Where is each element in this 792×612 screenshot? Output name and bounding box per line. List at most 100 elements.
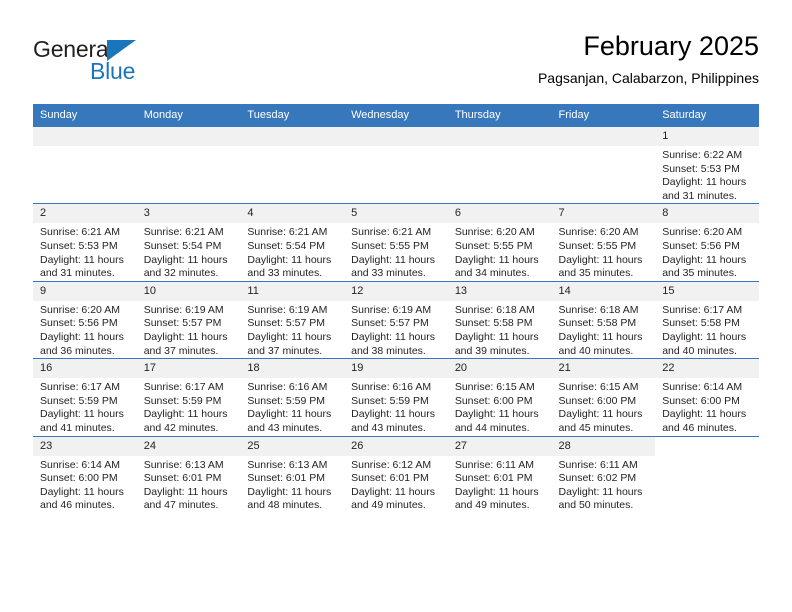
calendar-day-cell[interactable]: 16 Sunrise: 6:17 AM Sunset: 5:59 PM Dayligh… xyxy=(33,358,137,436)
calendar-day-cell[interactable]: 7 Sunrise: 6:20 AM Sunset: 5:55 PM Daylight… xyxy=(551,203,656,282)
calendar-body: 1 Sunrise: 6:22 AM Sunset: 5:53 PM Daylight… xyxy=(33,125,759,513)
sunrise-text: Sunrise: 6:14 AM xyxy=(40,458,120,471)
calendar-day-cell[interactable]: 23 Sunrise: 6:14 AM Sunset: 6:00 PM Dayligh… xyxy=(33,435,137,513)
day-sun-info: Sunrise: 6:13 AM Sunset: 6:01 PM Daylight:… xyxy=(137,456,241,513)
daylight-text: Daylight: 11 hours xyxy=(247,408,332,421)
sunrise-text: Sunrise: 6:18 AM xyxy=(558,303,639,316)
sunset-text: Sunset: 5:54 PM xyxy=(143,239,222,252)
sunset-text: Sunset: 5:57 PM xyxy=(247,317,326,330)
daylight-text: Daylight: 11 hours xyxy=(351,408,435,421)
calendar-day-cell[interactable]: 27 Sunrise: 6:11 AM Sunset: 6:01 PM Dayligh… xyxy=(447,435,552,513)
calendar-day-cell-empty xyxy=(33,125,137,204)
calendar-day-cell[interactable]: 19 Sunrise: 6:16 AM Sunset: 5:59 PM Dayligh… xyxy=(344,358,448,436)
calendar-day-cell[interactable]: 12 Sunrise: 6:19 AM Sunset: 5:57 PM Dayligh… xyxy=(344,280,448,359)
calendar-day-cell[interactable]: 8 Sunrise: 6:20 AM Sunset: 5:56 PM Daylight… xyxy=(655,203,759,282)
sunset-text: Sunset: 5:59 PM xyxy=(351,394,429,407)
calendar-day-cell[interactable]: 10 Sunrise: 6:19 AM Sunset: 5:57 PM Dayligh… xyxy=(136,280,241,359)
calendar-day-cell[interactable]: 11 Sunrise: 6:19 AM Sunset: 5:57 PM Dayligh… xyxy=(240,280,345,359)
sunrise-text: Sunrise: 6:20 AM xyxy=(40,303,120,316)
calendar-day-cell[interactable]: 14 Sunrise: 6:18 AM Sunset: 5:58 PM Dayligh… xyxy=(551,280,656,359)
day-sun-info: Sunrise: 6:15 AM Sunset: 6:00 PM Daylight:… xyxy=(552,378,656,435)
calendar-day-cell[interactable]: 25 Sunrise: 6:13 AM Sunset: 6:01 PM Dayligh… xyxy=(240,435,345,513)
calendar-day-cell[interactable]: 20 Sunrise: 6:15 AM Sunset: 6:00 PM Dayligh… xyxy=(447,358,552,436)
daylight-text: Daylight: 11 hours xyxy=(558,408,643,421)
calendar-day-cell-empty xyxy=(447,125,552,204)
calendar-day-cell[interactable]: 17 Sunrise: 6:17 AM Sunset: 5:59 PM Dayligh… xyxy=(136,358,241,436)
calendar-page: General Blue February 2025 Pagsanjan, Ca… xyxy=(0,0,792,612)
daylight-text: Daylight: 11 hours xyxy=(40,408,124,421)
calendar-day-cell[interactable]: 13 Sunrise: 6:18 AM Sunset: 5:58 PM Dayligh… xyxy=(447,280,552,359)
weekday-header-tuesday: Tuesday xyxy=(240,104,345,127)
sunset-text: Sunset: 5:53 PM xyxy=(40,239,118,252)
day-sun-info: Sunrise: 6:12 AM Sunset: 6:01 PM Daylight:… xyxy=(344,456,448,513)
day-sun-info: Sunrise: 6:19 AM Sunset: 5:57 PM Daylight:… xyxy=(137,301,241,358)
day-sun-info: Sunrise: 6:21 AM Sunset: 5:53 PM Daylight:… xyxy=(33,223,137,280)
day-sun-info: Sunrise: 6:17 AM Sunset: 5:59 PM Daylight:… xyxy=(137,378,241,435)
calendar-day-cell-empty xyxy=(551,125,656,204)
calendar-day-cell[interactable]: 4 Sunrise: 6:21 AM Sunset: 5:54 PM Daylight… xyxy=(240,203,345,282)
day-number xyxy=(136,127,241,146)
daylight-text: and 31 minutes. xyxy=(662,189,737,202)
day-number: 11 xyxy=(240,281,345,301)
day-number: 22 xyxy=(655,359,759,379)
sunrise-text: Sunrise: 6:21 AM xyxy=(247,226,328,239)
sunrise-text: Sunrise: 6:19 AM xyxy=(351,303,432,316)
sunrise-text: Sunrise: 6:22 AM xyxy=(662,149,743,161)
sunrise-text: Sunrise: 6:13 AM xyxy=(247,458,328,471)
daylight-text: and 36 minutes. xyxy=(40,344,115,357)
sunrise-text: Sunrise: 6:20 AM xyxy=(454,226,535,239)
calendar-day-cell[interactable]: 18 Sunrise: 6:16 AM Sunset: 5:59 PM Dayligh… xyxy=(240,358,345,436)
daylight-text: and 46 minutes. xyxy=(662,421,737,434)
day-sun-info: Sunrise: 6:21 AM Sunset: 5:55 PM Daylight:… xyxy=(344,223,448,280)
weekday-header-friday: Friday xyxy=(551,104,656,127)
day-sun-info: Sunrise: 6:18 AM Sunset: 5:58 PM Daylight:… xyxy=(448,301,552,358)
sunrise-text: Sunrise: 6:15 AM xyxy=(454,381,535,394)
day-number: 21 xyxy=(551,359,656,379)
day-number: 10 xyxy=(136,281,241,301)
day-sun-info: Sunrise: 6:16 AM Sunset: 5:59 PM Daylight:… xyxy=(240,378,344,435)
sunset-text: Sunset: 5:57 PM xyxy=(143,317,222,330)
calendar-day-cell-empty xyxy=(344,125,448,204)
daylight-text: Daylight: 11 hours xyxy=(454,408,539,421)
daylight-text: Daylight: 11 hours xyxy=(247,253,332,266)
calendar-day-cell[interactable]: 5 Sunrise: 6:21 AM Sunset: 5:55 PM Daylight… xyxy=(344,203,448,282)
sunset-text: Sunset: 5:58 PM xyxy=(662,317,740,330)
calendar-day-cell[interactable]: 26 Sunrise: 6:12 AM Sunset: 6:01 PM Dayligh… xyxy=(344,435,448,513)
calendar-day-cell[interactable]: 2 Sunrise: 6:21 AM Sunset: 5:53 PM Daylight… xyxy=(33,203,137,282)
daylight-text: Daylight: 11 hours xyxy=(351,253,435,266)
calendar-week-row: 9 Sunrise: 6:20 AM Sunset: 5:56 PM Daylight… xyxy=(33,280,759,359)
calendar-day-cell[interactable]: 28 Sunrise: 6:11 AM Sunset: 6:02 PM Dayligh… xyxy=(551,435,656,513)
daylight-text: and 37 minutes. xyxy=(247,344,323,357)
calendar-week-row: 1 Sunrise: 6:22 AM Sunset: 5:53 PM Daylight… xyxy=(33,125,759,204)
daylight-text: and 43 minutes. xyxy=(351,421,426,434)
day-number: 12 xyxy=(344,281,448,301)
daylight-text: and 32 minutes. xyxy=(143,267,219,280)
calendar-day-cell[interactable]: 9 Sunrise: 6:20 AM Sunset: 5:56 PM Daylight… xyxy=(33,280,137,359)
general-blue-logo[interactable]: General Blue xyxy=(33,36,233,92)
day-number xyxy=(240,127,345,146)
day-number: 26 xyxy=(344,436,448,456)
daylight-text: Daylight: 11 hours xyxy=(247,330,332,343)
day-sun-info: Sunrise: 6:16 AM Sunset: 5:59 PM Daylight:… xyxy=(344,378,448,435)
daylight-text: Daylight: 11 hours xyxy=(662,408,747,421)
calendar-day-cell[interactable]: 1 Sunrise: 6:22 AM Sunset: 5:53 PM Daylight… xyxy=(655,125,759,204)
sunset-text: Sunset: 5:55 PM xyxy=(558,239,637,252)
calendar-day-cell[interactable]: 15 Sunrise: 6:17 AM Sunset: 5:58 PM Dayligh… xyxy=(655,280,759,359)
sunset-text: Sunset: 5:58 PM xyxy=(558,317,637,330)
daylight-text: and 45 minutes. xyxy=(558,421,634,434)
daylight-text: Daylight: 11 hours xyxy=(40,330,124,343)
day-sun-info: Sunrise: 6:18 AM Sunset: 5:58 PM Daylight:… xyxy=(552,301,656,358)
calendar-day-cell[interactable]: 22 Sunrise: 6:14 AM Sunset: 6:00 PM Dayligh… xyxy=(655,358,759,436)
calendar-day-cell[interactable]: 21 Sunrise: 6:15 AM Sunset: 6:00 PM Dayligh… xyxy=(551,358,656,436)
daylight-text: and 40 minutes. xyxy=(662,344,737,357)
calendar-day-cell[interactable]: 6 Sunrise: 6:20 AM Sunset: 5:55 PM Daylight… xyxy=(447,203,552,282)
daylight-text: and 40 minutes. xyxy=(558,344,634,357)
calendar-day-cell[interactable]: 24 Sunrise: 6:13 AM Sunset: 6:01 PM Dayligh… xyxy=(136,435,241,513)
calendar-day-cell[interactable]: 3 Sunrise: 6:21 AM Sunset: 5:54 PM Daylight… xyxy=(136,203,241,282)
daylight-text: Daylight: 11 hours xyxy=(662,330,747,343)
day-sun-info: Sunrise: 6:20 AM Sunset: 5:56 PM Daylight:… xyxy=(655,223,759,280)
daylight-text: Daylight: 11 hours xyxy=(558,485,643,498)
day-number: 7 xyxy=(551,204,656,224)
daylight-text: and 34 minutes. xyxy=(454,267,530,280)
day-sun-info: Sunrise: 6:14 AM Sunset: 6:00 PM Daylight:… xyxy=(655,378,759,435)
